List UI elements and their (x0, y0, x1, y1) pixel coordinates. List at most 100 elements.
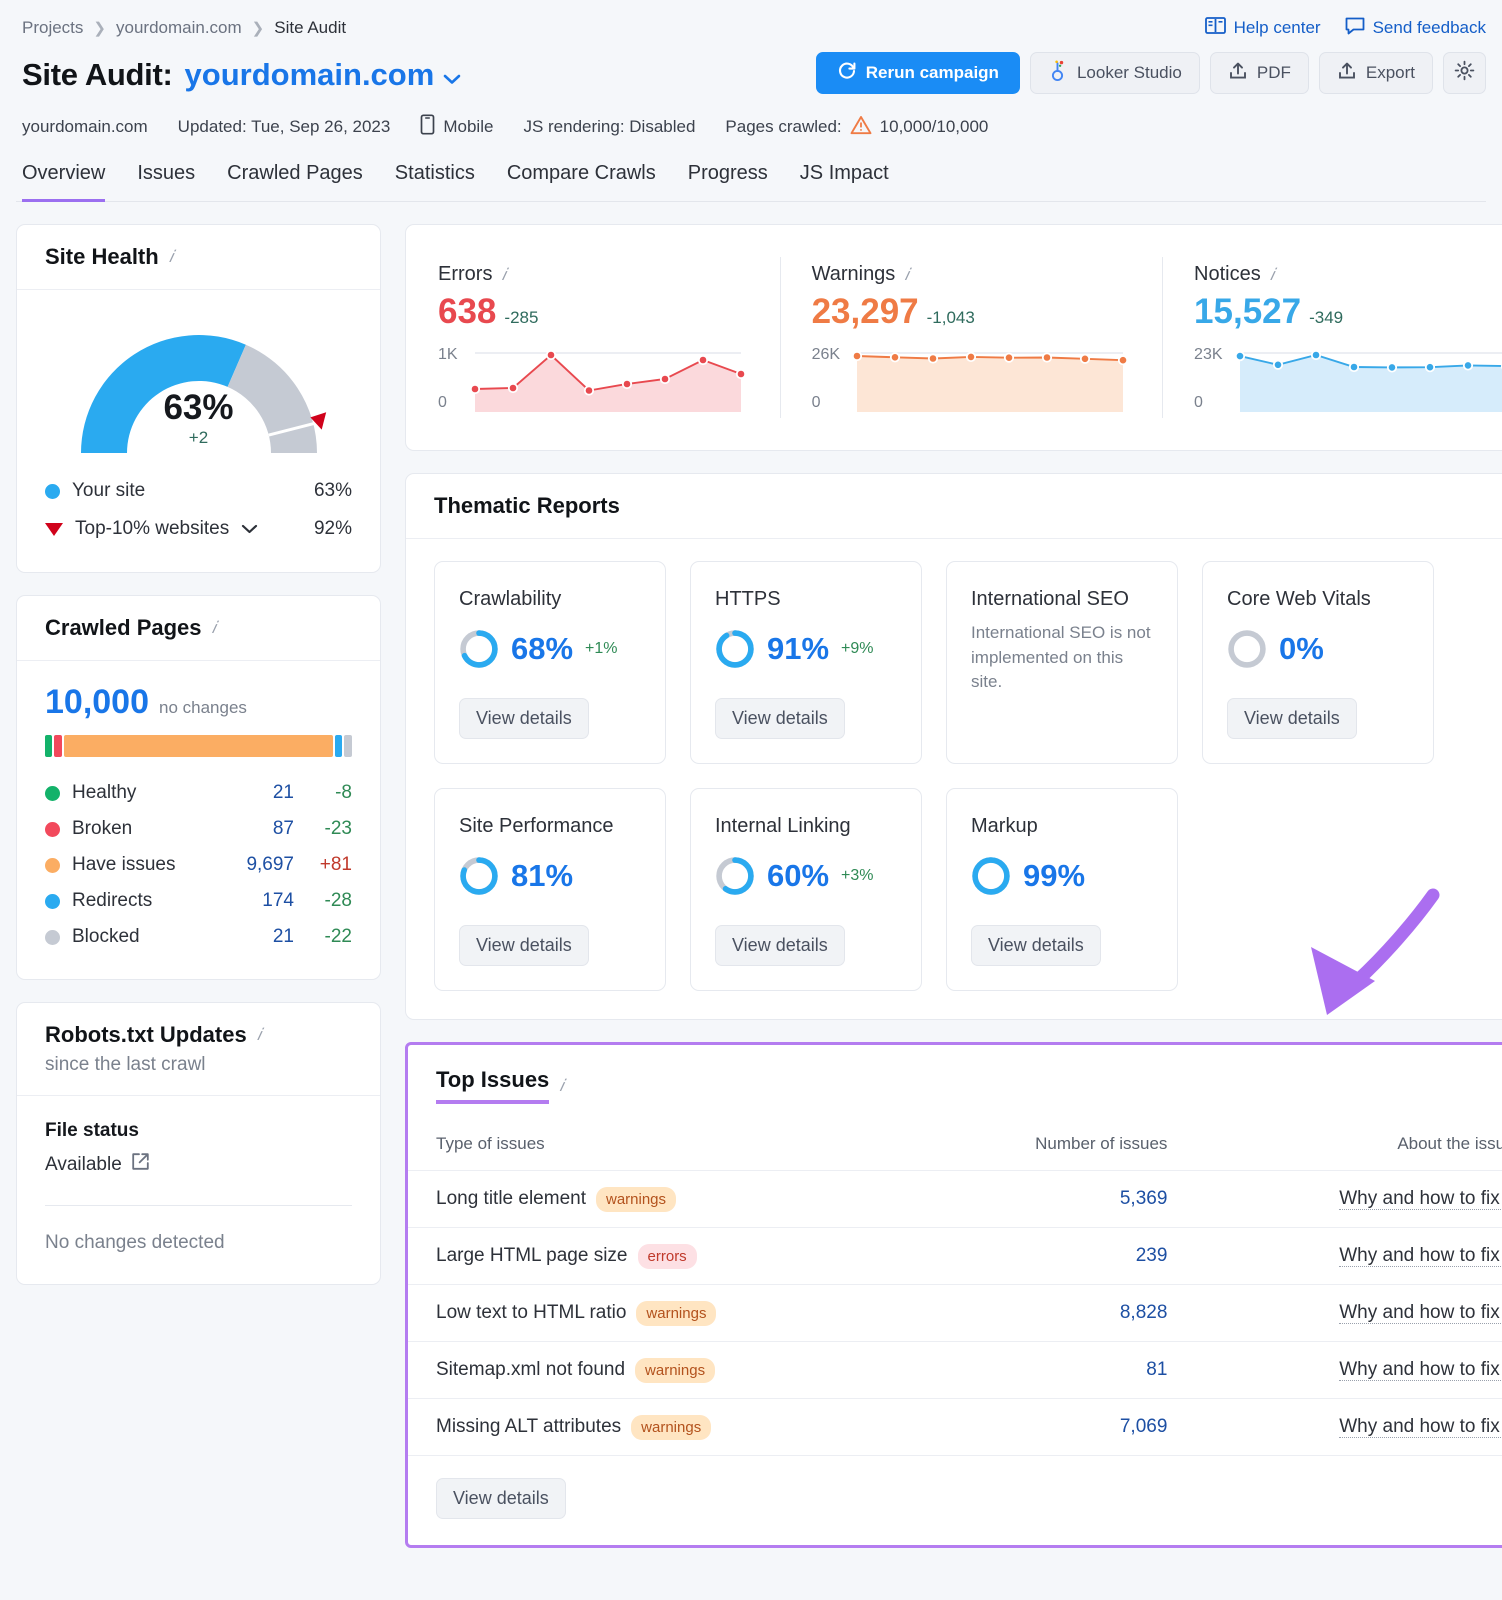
tab-crawled-pages[interactable]: Crawled Pages (227, 162, 363, 202)
thematic-card-score: 0% (1279, 631, 1324, 666)
external-link-icon[interactable] (131, 1152, 150, 1177)
stat-axis-bottom: 0 (1194, 394, 1203, 411)
top-issues-view-details-button[interactable]: View details (436, 1478, 566, 1519)
help-center-link[interactable]: Help center (1204, 16, 1321, 40)
stat-delta: -285 (504, 308, 539, 327)
thematic-view-details-button[interactable]: View details (715, 698, 845, 739)
crawled-pages-total-row: 10,000 no changes (45, 683, 352, 722)
stat-axis-top: 23K (1194, 346, 1223, 363)
right-column: Errors 𝑖 638 -285 1K 0 Warnings 𝑖 23,297 -1,043 26… (405, 224, 1502, 1548)
info-icon[interactable]: 𝑖 (559, 1076, 564, 1096)
fix-link[interactable]: Why and how to fix it (1339, 1245, 1502, 1267)
breadcrumb-projects[interactable]: Projects (22, 18, 83, 38)
distribution-segment-have-issues (64, 735, 333, 757)
thematic-card-delta: +1% (585, 640, 618, 657)
info-icon[interactable]: 𝑖 (257, 1025, 262, 1045)
rerun-campaign-button[interactable]: Rerun campaign (815, 52, 1020, 94)
divider (45, 1205, 352, 1206)
crawled-pages-row-delta: -28 (324, 890, 352, 911)
chevron-down-icon[interactable] (241, 518, 258, 540)
info-icon[interactable]: 𝑖 (169, 247, 174, 267)
pdf-export-button[interactable]: PDF (1209, 52, 1309, 94)
main-tabs: Overview Issues Crawled Pages Statistics… (16, 162, 1486, 202)
top-issues-card: Top Issues 𝑖 Type of issues Number of is… (405, 1042, 1502, 1548)
issue-about-cell: Why and how to fix it (1195, 1341, 1502, 1399)
thematic-card-title: Core Web Vitals (1227, 588, 1371, 610)
robots-title: Robots.txt Updates (45, 1022, 247, 1047)
looker-studio-button[interactable]: Looker Studio (1029, 52, 1200, 94)
crawled-pages-row-count: 9,697 (246, 854, 294, 875)
looker-studio-icon (1048, 60, 1068, 87)
top-issues-table: Type of issues Number of issues About th… (408, 1118, 1502, 1456)
chevron-down-icon (443, 57, 461, 93)
thematic-reports-card: Thematic Reports Crawlability 68% +1% View … (405, 473, 1502, 1020)
info-icon[interactable]: 𝑖 (501, 265, 506, 285)
crawled-pages-card: Crawled Pages 𝑖 10,000 no changes Health… (16, 595, 381, 980)
thematic-view-details-button[interactable]: View details (1227, 698, 1357, 739)
tab-overview[interactable]: Overview (22, 162, 106, 202)
issue-count-cell[interactable]: 5,369 (912, 1170, 1196, 1228)
stat-value: 23,297 (811, 292, 919, 331)
issue-count-cell[interactable]: 239 (912, 1227, 1196, 1285)
tab-compare-crawls[interactable]: Compare Crawls (507, 162, 656, 202)
top-issues-title: Top Issues (436, 1067, 550, 1104)
warning-triangle-icon (850, 115, 872, 140)
fix-link[interactable]: Why and how to fix it (1339, 1416, 1502, 1438)
info-icon[interactable]: 𝑖 (212, 618, 217, 638)
crawled-pages-row: Broken 87 -23 (45, 811, 352, 847)
tab-issues[interactable]: Issues (137, 162, 195, 202)
thematic-view-details-button[interactable]: View details (459, 698, 589, 739)
stat-label: Notices (1194, 263, 1261, 285)
breadcrumb-domain[interactable]: yourdomain.com (116, 18, 242, 38)
donut-progress-icon (716, 630, 754, 668)
thematic-card-score: 99% (1023, 858, 1086, 893)
thematic-view-details-button[interactable]: View details (715, 925, 845, 966)
crawled-pages-row-count: 174 (262, 890, 294, 911)
issue-count-cell[interactable]: 7,069 (912, 1398, 1196, 1456)
tab-statistics[interactable]: Statistics (395, 162, 475, 202)
crawled-pages-body: 10,000 no changes Healthy 21 -8 Broken 87 -23… (17, 661, 380, 979)
legend-top-websites[interactable]: Top-10% websites 92% (45, 510, 352, 548)
column-type-of-issues: Type of issues (408, 1118, 913, 1171)
stat-sparkline (1234, 349, 1502, 412)
fix-link[interactable]: Why and how to fix it (1339, 1188, 1502, 1210)
table-header-row: Type of issues Number of issues About th… (408, 1118, 1502, 1171)
site-health-legend: Your site 63% Top-10% websites 92% (17, 464, 380, 572)
stat-sparkline (851, 350, 1129, 412)
status-dot-icon (45, 893, 60, 909)
speech-bubble-icon (1345, 16, 1365, 40)
site-health-value: 63% (163, 388, 234, 427)
status-badge: warnings (631, 1415, 712, 1440)
pdf-export-label: PDF (1256, 63, 1291, 82)
dashboard-grid: Site Health 𝑖 63% +2 Your site 63% Top-1… (16, 224, 1502, 1572)
tab-progress[interactable]: Progress (688, 162, 768, 202)
domain-selector[interactable]: yourdomain.com (185, 57, 462, 93)
issue-about-cell: Why and how to fix it (1195, 1170, 1502, 1228)
distribution-segment-healthy (45, 735, 52, 757)
fix-link[interactable]: Why and how to fix it (1339, 1359, 1502, 1381)
thematic-card-title: Markup (971, 815, 1038, 837)
thematic-card-delta: +9% (841, 640, 874, 657)
fix-link[interactable]: Why and how to fix it (1339, 1302, 1502, 1324)
info-icon[interactable]: 𝑖 (1270, 265, 1275, 285)
thematic-view-details-button[interactable]: View details (459, 925, 589, 966)
tab-js-impact[interactable]: JS Impact (800, 162, 889, 202)
issue-type-label: Long title element (436, 1188, 586, 1209)
meta-updated: Updated: Tue, Sep 26, 2023 (177, 117, 391, 136)
issue-count-cell[interactable]: 8,828 (912, 1284, 1196, 1342)
thematic-card-markup: Markup 99% View details (946, 788, 1178, 991)
settings-button[interactable] (1443, 52, 1486, 94)
thematic-view-details-button[interactable]: View details (971, 925, 1101, 966)
issue-count-cell[interactable]: 81 (912, 1341, 1196, 1399)
stat-axis-top: 26K (811, 346, 841, 363)
info-icon[interactable]: 𝑖 (904, 265, 909, 285)
stat-axis-bottom: 0 (811, 394, 821, 411)
page-title: Site Audit: (22, 57, 173, 92)
crawled-pages-title: Crawled Pages (45, 615, 202, 640)
crawled-pages-row-label: Redirects (72, 890, 153, 911)
send-feedback-link[interactable]: Send feedback (1345, 16, 1486, 40)
export-button[interactable]: Export (1318, 52, 1433, 94)
meta-pages-crawled-value: 10,000/10,000 (879, 117, 989, 136)
thematic-reports-title: Thematic Reports (434, 493, 620, 518)
issue-type-label: Low text to HTML ratio (436, 1302, 627, 1323)
